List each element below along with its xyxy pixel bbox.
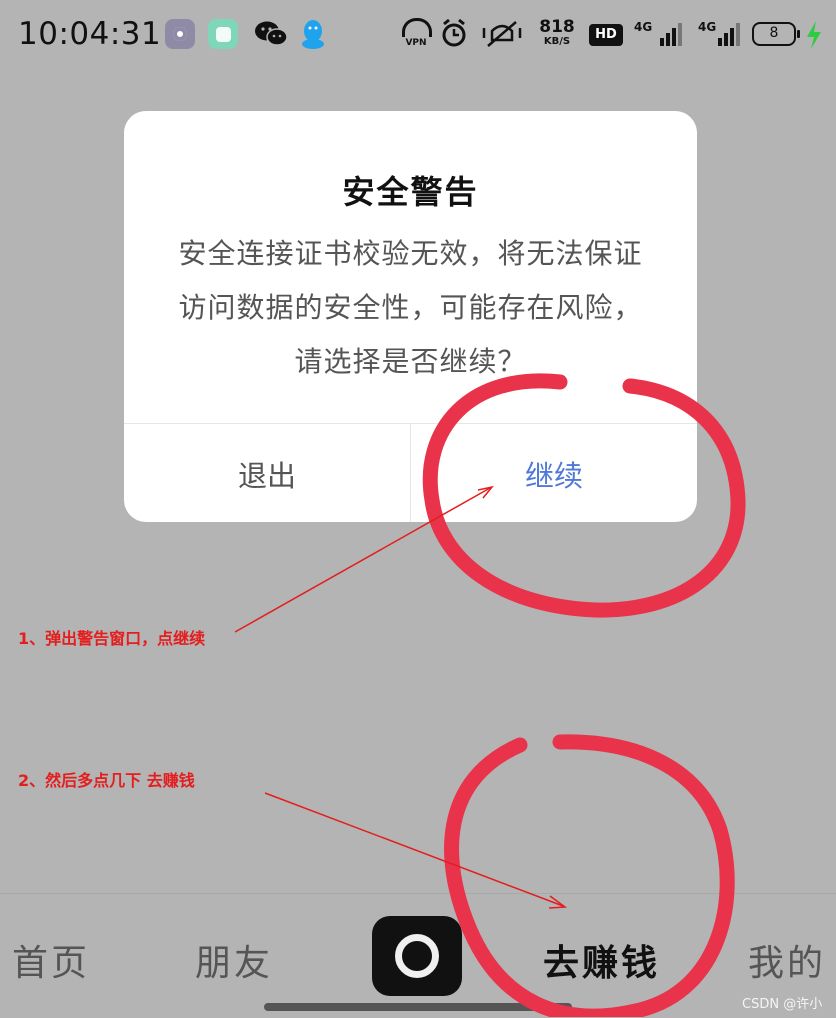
square-app-icon bbox=[208, 19, 238, 49]
status-bar: 10:04:31 VPN 818 KB/S HD 4G 4G 8 bbox=[0, 0, 836, 70]
continue-button[interactable]: 继续 bbox=[411, 424, 697, 522]
vpn-icon: VPN bbox=[402, 18, 432, 50]
net-speed: 818 KB/S bbox=[539, 17, 575, 47]
signal-icon: 4G bbox=[698, 18, 742, 50]
nav-item-home[interactable]: 首页 bbox=[12, 934, 90, 986]
mute-icon bbox=[482, 21, 522, 47]
annotation-arrow-2 bbox=[264, 792, 564, 907]
charging-icon bbox=[807, 21, 821, 49]
bottom-nav: 首页 朋友 去赚钱 我的 bbox=[0, 893, 836, 1018]
dialog-title: 安全警告 bbox=[342, 173, 479, 211]
watermark: CSDN @许小 bbox=[742, 997, 823, 1012]
camera-icon[interactable] bbox=[372, 916, 462, 996]
battery-icon: 8 bbox=[752, 22, 800, 46]
home-indicator[interactable] bbox=[264, 1003, 572, 1011]
qq-icon bbox=[302, 20, 324, 49]
signal-icon: 4G bbox=[634, 18, 686, 50]
hd-icon: HD bbox=[589, 24, 623, 46]
status-time: 10:04:31 bbox=[18, 16, 162, 52]
settings-app-icon bbox=[165, 19, 195, 49]
alarm-icon bbox=[442, 18, 466, 47]
nav-item-earn-money[interactable]: 去赚钱 bbox=[543, 934, 660, 986]
annotation-step1: 1、弹出警告窗口，点继续 bbox=[18, 629, 206, 648]
annotation-step2: 2、然后多点几下 去赚钱 bbox=[18, 771, 195, 790]
dialog-message: 安全连接证书校验无效，将无法保证访问数据的安全性，可能存在风险，请选择是否继续？ bbox=[178, 237, 643, 378]
nav-item-friends[interactable]: 朋友 bbox=[195, 934, 273, 986]
dialog-buttons: 退出 继续 bbox=[124, 423, 697, 522]
wechat-icon bbox=[255, 21, 288, 46]
exit-button[interactable]: 退出 bbox=[124, 424, 411, 522]
security-warning-dialog: 安全警告 安全连接证书校验无效，将无法保证访问数据的安全性，可能存在风险，请选择… bbox=[124, 111, 697, 522]
nav-item-mine[interactable]: 我的 bbox=[748, 934, 826, 986]
